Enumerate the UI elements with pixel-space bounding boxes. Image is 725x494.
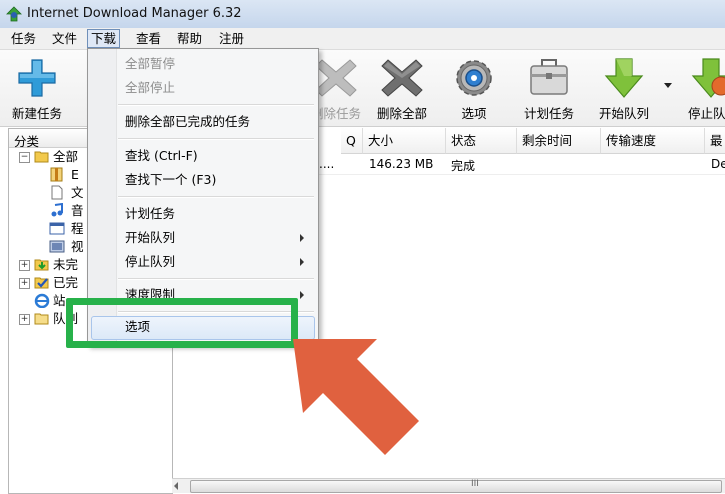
plus-icon [18,59,56,97]
pointer-arrow-icon [293,339,419,455]
menu-view[interactable]: 查看 [133,30,164,47]
document-icon [51,185,63,200]
submenu-arrow-icon [300,234,304,242]
open-folder-icon [34,151,49,163]
tree-label-unfinished: 未完 [53,257,79,272]
queue-folder-icon [34,313,49,325]
column-header-status[interactable]: 状态 [446,128,517,154]
menu-item-pause-all[interactable]: 全部暂停 [125,54,175,74]
scrollbar-thumb[interactable]: III [190,479,722,493]
menu-item-stop-all[interactable]: 全部停止 [125,78,175,98]
music-note-icon [51,203,63,217]
highlight-box [66,298,298,348]
menu-item-find-next[interactable]: 查找下一个 (F3) [125,170,216,190]
tree-label: 文 [71,185,84,200]
delete-all-label: 删除全部 [376,106,427,121]
tree-label: 视 [71,239,84,254]
finished-folder-icon [34,277,49,289]
collapse-icon[interactable]: − [19,152,30,163]
expand-icon[interactable]: + [19,278,30,289]
menu-item-delete-completed[interactable]: 删除全部已完成的任务 [125,112,250,132]
new-task-label: 新建任务 [11,106,62,121]
column-header-transfer-rate[interactable]: 传输速度 [601,128,705,154]
ie-icon [34,293,50,308]
menu-download[interactable]: 下载 [87,29,121,48]
menu-item-scheduler[interactable]: 计划任务 [125,204,175,224]
menu-help[interactable]: 帮助 [174,30,205,47]
x-icon [381,59,423,97]
last-try-cell: De [711,157,725,171]
column-header-size[interactable]: 大小 [363,128,446,154]
menu-item-find[interactable]: 查找 (Ctrl-F) [125,146,198,166]
submenu-arrow-icon [300,291,304,299]
scheduler-label: 计划任务 [523,106,574,121]
file-name-cell: .... [319,157,335,171]
column-header-last[interactable]: 最 [705,128,725,154]
tree-label: E [71,167,79,182]
x-icon [315,59,357,97]
tree-label: 程 [71,221,84,236]
tree-label: 音 [71,203,84,218]
scheduler-button[interactable]: 计划任务 [515,50,583,126]
menu-separator [118,196,314,198]
menu-file[interactable]: 文件 [49,30,80,47]
gear-icon [456,60,492,96]
delete-all-button[interactable]: 删除全部 [370,50,434,126]
column-header-time-left[interactable]: 剩余时间 [517,128,601,154]
column-header-q[interactable]: Q [341,128,363,154]
video-icon [49,240,65,253]
archive-icon [50,167,63,182]
stop-queue-label: 停止队列 [688,106,725,121]
start-queue-label: 开始队列 [598,106,649,121]
menu-separator [118,138,314,140]
menu-bar: 任务 文件 下载 查看 帮助 注册 [0,28,725,50]
stop-queue-button[interactable]: 停止队列 [680,50,725,126]
menu-register[interactable]: 注册 [216,30,247,47]
down-arrow-icon [604,58,644,98]
category-header-label: 分类 [14,134,40,149]
expand-icon[interactable]: + [19,314,30,325]
start-queue-button[interactable]: 开始队列 [590,50,658,126]
menu-separator [118,278,314,280]
window-title: Internet Download Manager 6.32 [27,6,242,21]
submenu-arrow-icon [300,258,304,266]
tree-label-site: 站 [53,293,66,308]
scroll-left-arrow-icon[interactable] [174,482,178,490]
size-cell: 146.23 MB [369,157,434,171]
stop-queue-icon [691,58,725,98]
status-cell: 完成 [451,159,476,173]
idm-logo-icon [6,6,22,22]
start-queue-dropdown-caret-icon[interactable] [664,83,672,88]
expand-icon[interactable]: + [19,260,30,271]
new-task-button[interactable]: 新建任务 [4,50,70,126]
tree-label-finished: 已完 [53,275,79,290]
title-bar: Internet Download Manager 6.32 [0,0,725,29]
briefcase-icon [530,59,568,95]
menu-item-stop-queue[interactable]: 停止队列 [125,252,175,272]
unfinished-folder-icon [34,259,49,271]
menu-item-start-queue[interactable]: 开始队列 [125,228,175,248]
program-window-icon [49,222,65,235]
menu-separator [118,104,314,106]
scroll-grip: III [471,479,479,489]
horizontal-scrollbar[interactable]: III [172,478,725,493]
menu-task[interactable]: 任务 [8,30,39,47]
options-button[interactable]: 选项 [446,50,502,126]
tree-label-all: 全部 [53,149,79,164]
options-label: 选项 [461,106,487,121]
